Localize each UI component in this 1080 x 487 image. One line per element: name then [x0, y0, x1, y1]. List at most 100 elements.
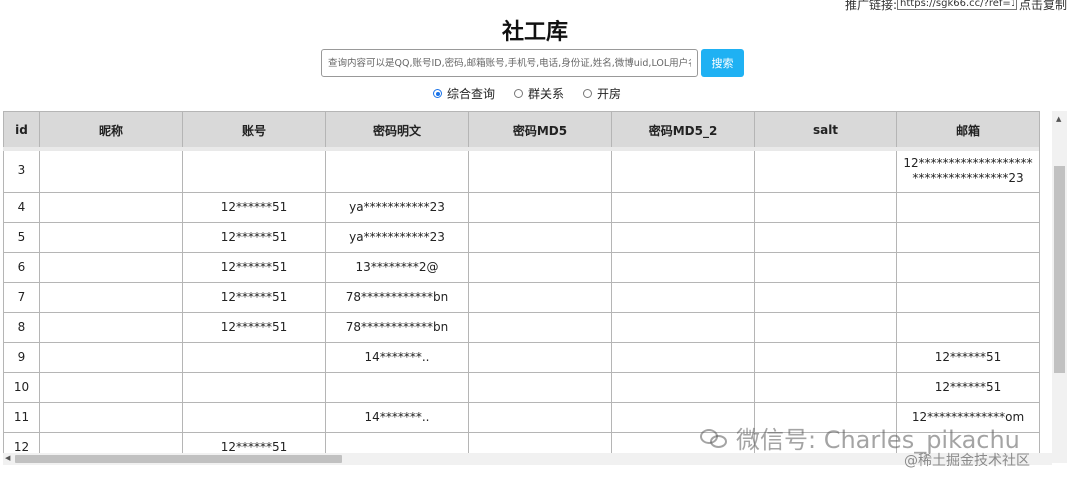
cell-password: 78************bn	[325, 282, 469, 313]
cell-password-md5-2	[611, 222, 755, 253]
table-row[interactable]: 7 12******51 78************bn	[3, 282, 1040, 313]
search-bar: 搜索	[321, 49, 744, 77]
results-table-container[interactable]: id 昵称 账号 密码明文 密码MD5 密码MD5_2 salt 邮箱 3 12*…	[3, 111, 1067, 465]
cell-password-md5-2	[611, 282, 755, 313]
cell-nickname	[39, 282, 183, 313]
scroll-left-arrow-icon[interactable]: ◀	[5, 454, 10, 462]
radio-unchecked-icon[interactable]	[583, 89, 593, 98]
search-input[interactable]	[321, 49, 698, 77]
column-header-email[interactable]: 邮箱	[896, 111, 1040, 149]
cell-salt	[754, 312, 897, 343]
table-row[interactable]: 3 12***********************************23	[3, 148, 1040, 193]
radio-unchecked-icon[interactable]	[514, 89, 524, 98]
cell-account	[182, 148, 326, 193]
cell-account: 12******51	[182, 192, 326, 223]
cell-email	[896, 252, 1040, 283]
cell-account: 12******51	[182, 222, 326, 253]
copy-link-button[interactable]: 点击复制	[1019, 0, 1067, 13]
radio-group-relations[interactable]: 群关系	[514, 85, 564, 102]
results-table: id 昵称 账号 密码明文 密码MD5 密码MD5_2 salt 邮箱 3 12*…	[3, 111, 1040, 463]
table-row[interactable]: 9 14*******.. 12******51	[3, 342, 1040, 373]
radio-checked-icon[interactable]	[433, 89, 442, 98]
cell-password-md5	[468, 282, 612, 313]
cell-nickname	[39, 312, 183, 343]
cell-password	[325, 148, 469, 193]
cell-password-md5	[468, 372, 612, 403]
cell-password-md5	[468, 252, 612, 283]
query-type-group: 综合查询 群关系 开房	[433, 85, 640, 102]
cell-account	[182, 342, 326, 373]
cell-email	[896, 192, 1040, 223]
wechat-icon	[700, 427, 730, 449]
table-row[interactable]: 8 12******51 78************bn	[3, 312, 1040, 343]
column-header-password[interactable]: 密码明文	[325, 111, 469, 149]
radio-comprehensive-query[interactable]: 综合查询	[433, 85, 495, 102]
column-header-nickname[interactable]: 昵称	[39, 111, 183, 149]
vertical-scroll-thumb[interactable]	[1054, 166, 1065, 373]
cell-email	[896, 282, 1040, 313]
cell-nickname	[39, 148, 183, 193]
cell-password: 14*******..	[325, 402, 469, 433]
scroll-up-arrow-icon[interactable]: ▲	[1056, 115, 1061, 123]
table-body: 3 12***********************************23…	[3, 148, 1040, 463]
cell-password-md5	[468, 402, 612, 433]
table-header-row: id 昵称 账号 密码明文 密码MD5 密码MD5_2 salt 邮箱	[3, 111, 1040, 149]
cell-password: ya***********23	[325, 192, 469, 223]
cell-password-md5-2	[611, 342, 755, 373]
cell-account: 12******51	[182, 252, 326, 283]
column-header-account[interactable]: 账号	[182, 111, 326, 149]
horizontal-scroll-thumb[interactable]	[15, 455, 342, 463]
table-row[interactable]: 10 12******51	[3, 372, 1040, 403]
cell-email: 12******51	[896, 372, 1040, 403]
cell-salt	[754, 372, 897, 403]
vertical-scrollbar[interactable]: ▲	[1052, 111, 1067, 463]
cell-account	[182, 402, 326, 433]
promo-label: 推广链接:	[845, 0, 898, 12]
cell-id: 11	[3, 402, 40, 433]
cell-password-md5-2	[611, 312, 755, 343]
cell-password-md5-2	[611, 192, 755, 223]
cell-salt	[754, 252, 897, 283]
column-header-password-md5-2[interactable]: 密码MD5_2	[611, 111, 755, 149]
cell-id: 5	[3, 222, 40, 253]
cell-salt	[754, 222, 897, 253]
radio-label: 开房	[597, 87, 622, 101]
table-row[interactable]: 6 12******51 13********2@	[3, 252, 1040, 283]
cell-id: 4	[3, 192, 40, 223]
search-button[interactable]: 搜索	[701, 49, 744, 77]
cell-password	[325, 372, 469, 403]
cell-password-md5	[468, 222, 612, 253]
cell-salt	[754, 192, 897, 223]
cell-password-md5-2	[611, 252, 755, 283]
cell-nickname	[39, 342, 183, 373]
cell-password-md5	[468, 192, 612, 223]
column-header-salt[interactable]: salt	[754, 111, 897, 149]
cell-password: 13********2@	[325, 252, 469, 283]
cell-id: 6	[3, 252, 40, 283]
cell-nickname	[39, 192, 183, 223]
cell-nickname	[39, 252, 183, 283]
cell-id: 8	[3, 312, 40, 343]
cell-account	[182, 372, 326, 403]
promo-link-field[interactable]	[897, 0, 1018, 10]
cell-id: 10	[3, 372, 40, 403]
cell-password-md5-2	[611, 148, 755, 193]
cell-nickname	[39, 402, 183, 433]
radio-hotel-records[interactable]: 开房	[583, 85, 621, 102]
cell-account: 12******51	[182, 312, 326, 343]
cell-nickname	[39, 222, 183, 253]
cell-password: 14*******..	[325, 342, 469, 373]
column-header-password-md5[interactable]: 密码MD5	[468, 111, 612, 149]
site-watermark: @稀土掘金技术社区	[904, 453, 1030, 469]
cell-id: 7	[3, 282, 40, 313]
table-header-shadow	[3, 147, 1039, 151]
cell-password-md5-2	[611, 372, 755, 403]
cell-password: 78************bn	[325, 312, 469, 343]
radio-label: 群关系	[528, 87, 565, 101]
table-row[interactable]: 4 12******51 ya***********23	[3, 192, 1040, 223]
table-row[interactable]: 5 12******51 ya***********23	[3, 222, 1040, 253]
column-header-id[interactable]: id	[3, 111, 40, 149]
cell-nickname	[39, 372, 183, 403]
cell-password-md5	[468, 148, 612, 193]
cell-email	[896, 312, 1040, 343]
